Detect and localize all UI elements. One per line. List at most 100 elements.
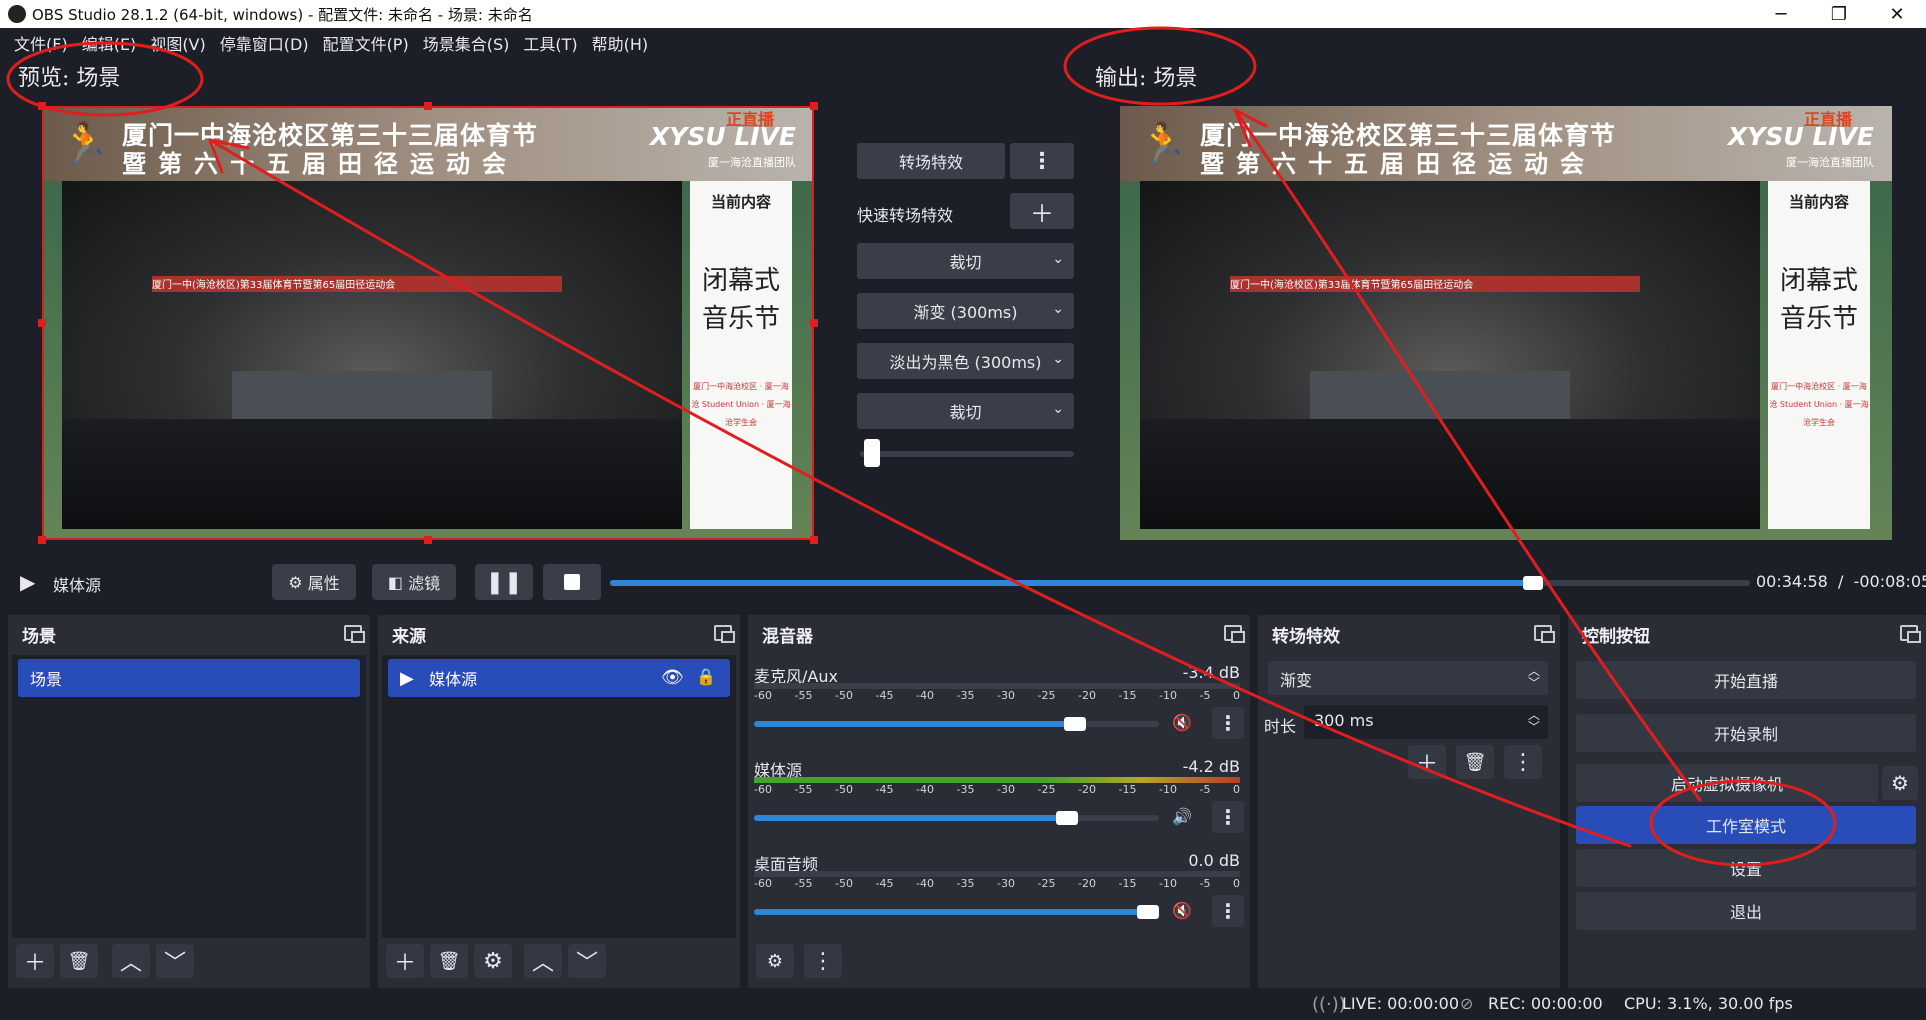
- menu-edit[interactable]: 编辑(E): [82, 31, 137, 55]
- transitions-title: 转场特效: [1272, 626, 1340, 647]
- play-icon[interactable]: ▶: [20, 570, 35, 594]
- eye-icon[interactable]: 👁: [661, 667, 684, 688]
- quick-transition-label-cut: 裁切: [949, 253, 982, 272]
- speaker-icon[interactable]: 🔊: [1172, 807, 1192, 826]
- gear-icon[interactable]: ⚙: [1882, 766, 1918, 800]
- sources-title: 来源: [392, 626, 426, 647]
- resize-handle[interactable]: [38, 102, 46, 110]
- media-seek-handle[interactable]: [1523, 576, 1544, 590]
- menu-docks[interactable]: 停靠窗口(D): [220, 31, 309, 55]
- menu-profile[interactable]: 配置文件(P): [323, 31, 409, 55]
- menu-scene-collection[interactable]: 场景集合(S): [423, 31, 510, 55]
- scenes-title: 场景: [22, 626, 56, 647]
- stop-button[interactable]: [543, 564, 601, 600]
- pause-button[interactable]: ❚❚: [475, 564, 533, 600]
- close-button[interactable]: ✕: [1868, 0, 1926, 28]
- start-virtual-camera-button[interactable]: 启动虚拟摄像机: [1576, 764, 1878, 802]
- exit-button[interactable]: 退出: [1576, 892, 1916, 930]
- quick-transition-cut-2[interactable]: 裁切 ⌄: [857, 393, 1074, 429]
- menu-file[interactable]: 文件(F): [14, 31, 68, 55]
- quick-transition-fade-black[interactable]: 淡出为黑色 (300ms) ⌄: [857, 343, 1074, 379]
- add-icon[interactable]: ＋: [386, 944, 424, 978]
- meter-scale: -60 -55 -50 -45 -40 -35 -30 -25 -20 -15 -10 -5 0: [754, 877, 1240, 890]
- menu-help[interactable]: 帮助(H): [592, 31, 649, 55]
- volume-slider[interactable]: [754, 905, 1159, 919]
- quick-transition-fade[interactable]: 渐变 (300ms) ⌄: [857, 293, 1074, 329]
- up-icon[interactable]: ︿: [112, 944, 150, 978]
- mixer-channel-media: 媒体源 -4.2 dB -60 -55 -50 -45 -40 -35 -30 -25 -20-…: [754, 757, 1244, 847]
- resize-handle[interactable]: [810, 536, 818, 544]
- meter-scale: -60 -55 -50 -45 -40 -35 -30 -25 -20 -15 -10 -5 0: [754, 783, 1240, 796]
- transitions-dock: 转场特效 渐变 ︿ ﹀ 时长 300 ms ︿ ﹀ ＋ 🗑 ⋮: [1258, 615, 1560, 988]
- rec-status: REC: 00:00:00: [1488, 994, 1603, 1013]
- start-streaming-button[interactable]: 开始直播: [1576, 661, 1916, 699]
- source-item-label: 媒体源: [429, 670, 478, 689]
- transition-button[interactable]: 转场特效: [857, 143, 1005, 179]
- volume-handle[interactable]: [1064, 717, 1087, 731]
- runner-icon: 🏃: [1138, 121, 1188, 167]
- record-icon: ⊘: [1460, 994, 1474, 1013]
- restore-button[interactable]: ❐: [1810, 0, 1868, 28]
- down-icon[interactable]: ﹀: [568, 944, 606, 978]
- undock-icon[interactable]: [714, 625, 735, 643]
- resize-handle[interactable]: [424, 536, 432, 544]
- studio-mode-button[interactable]: 工作室模式: [1576, 806, 1916, 844]
- mixer-menu-button[interactable]: ⋮: [804, 944, 842, 978]
- filters-label: 滤镜: [408, 574, 441, 593]
- trash-icon[interactable]: 🗑: [1456, 745, 1494, 779]
- media-seek-bar[interactable]: [610, 576, 1750, 590]
- volume-slider[interactable]: [754, 811, 1159, 825]
- undock-icon[interactable]: [1900, 625, 1921, 643]
- duration-input[interactable]: 300 ms ︿ ﹀: [1304, 705, 1548, 739]
- volume-handle[interactable]: [1056, 811, 1078, 825]
- transition-menu-button[interactable]: ⋮: [1010, 143, 1074, 179]
- scene-item[interactable]: 场景: [18, 659, 360, 697]
- quick-transition-cut[interactable]: 裁切 ⌄: [857, 243, 1074, 279]
- channel-menu-button[interactable]: ⋮: [1212, 707, 1244, 739]
- channel-menu-button[interactable]: ⋮: [1212, 801, 1244, 833]
- gear-icon[interactable]: ⚙: [474, 944, 512, 978]
- chevron-down-icon: ⌄: [1052, 301, 1064, 317]
- menu-view[interactable]: 视图(V): [150, 31, 205, 55]
- resize-handle[interactable]: [810, 102, 818, 110]
- resize-handle[interactable]: [810, 319, 818, 327]
- add-quick-transition-button[interactable]: ＋: [1010, 193, 1074, 229]
- transition-properties-button[interactable]: ⋮: [1504, 745, 1542, 779]
- settings-button[interactable]: 设置: [1576, 849, 1916, 887]
- transition-select[interactable]: 渐变 ︿ ﹀: [1268, 661, 1548, 695]
- muted-speaker-icon[interactable]: 🔇: [1172, 713, 1192, 732]
- chevron-down-icon: ⌄: [1052, 251, 1064, 267]
- gear-icon: ⚙: [288, 572, 303, 592]
- channel-db: -3.4 dB: [1182, 663, 1240, 682]
- undock-icon[interactable]: [344, 625, 365, 643]
- trash-icon[interactable]: 🗑: [430, 944, 468, 978]
- advanced-audio-icon[interactable]: ⚙: [756, 944, 794, 978]
- add-icon[interactable]: ＋: [16, 944, 54, 978]
- resize-handle[interactable]: [38, 319, 46, 327]
- trash-icon[interactable]: 🗑: [60, 944, 98, 978]
- menu-tools[interactable]: 工具(T): [523, 31, 577, 55]
- muted-speaker-icon[interactable]: 🔇: [1172, 901, 1192, 920]
- minimize-button[interactable]: ─: [1752, 0, 1810, 28]
- channel-db: -4.2 dB: [1182, 757, 1240, 776]
- start-recording-button[interactable]: 开始录制: [1576, 714, 1916, 752]
- undock-icon[interactable]: [1224, 625, 1245, 643]
- t-bar[interactable]: [860, 439, 1074, 467]
- source-selection-box[interactable]: [42, 106, 814, 540]
- up-icon[interactable]: ︿: [524, 944, 562, 978]
- filters-button[interactable]: ◧ 滤镜: [372, 564, 456, 600]
- properties-button[interactable]: ⚙ 属性: [272, 564, 356, 600]
- stop-icon: [564, 574, 580, 590]
- resize-handle[interactable]: [38, 536, 46, 544]
- down-icon[interactable]: ﹀: [156, 944, 194, 978]
- source-item[interactable]: ▶ 媒体源 👁 🔒: [388, 659, 730, 697]
- t-bar-handle[interactable]: [864, 439, 881, 467]
- volume-handle[interactable]: [1137, 905, 1159, 919]
- channel-menu-button[interactable]: ⋮: [1212, 895, 1244, 927]
- lock-icon[interactable]: 🔒: [696, 667, 716, 686]
- resize-handle[interactable]: [424, 102, 432, 110]
- undock-icon[interactable]: [1534, 625, 1555, 643]
- volume-slider[interactable]: [754, 717, 1159, 731]
- add-icon[interactable]: ＋: [1408, 745, 1446, 779]
- pause-icon: ❚❚: [485, 569, 523, 595]
